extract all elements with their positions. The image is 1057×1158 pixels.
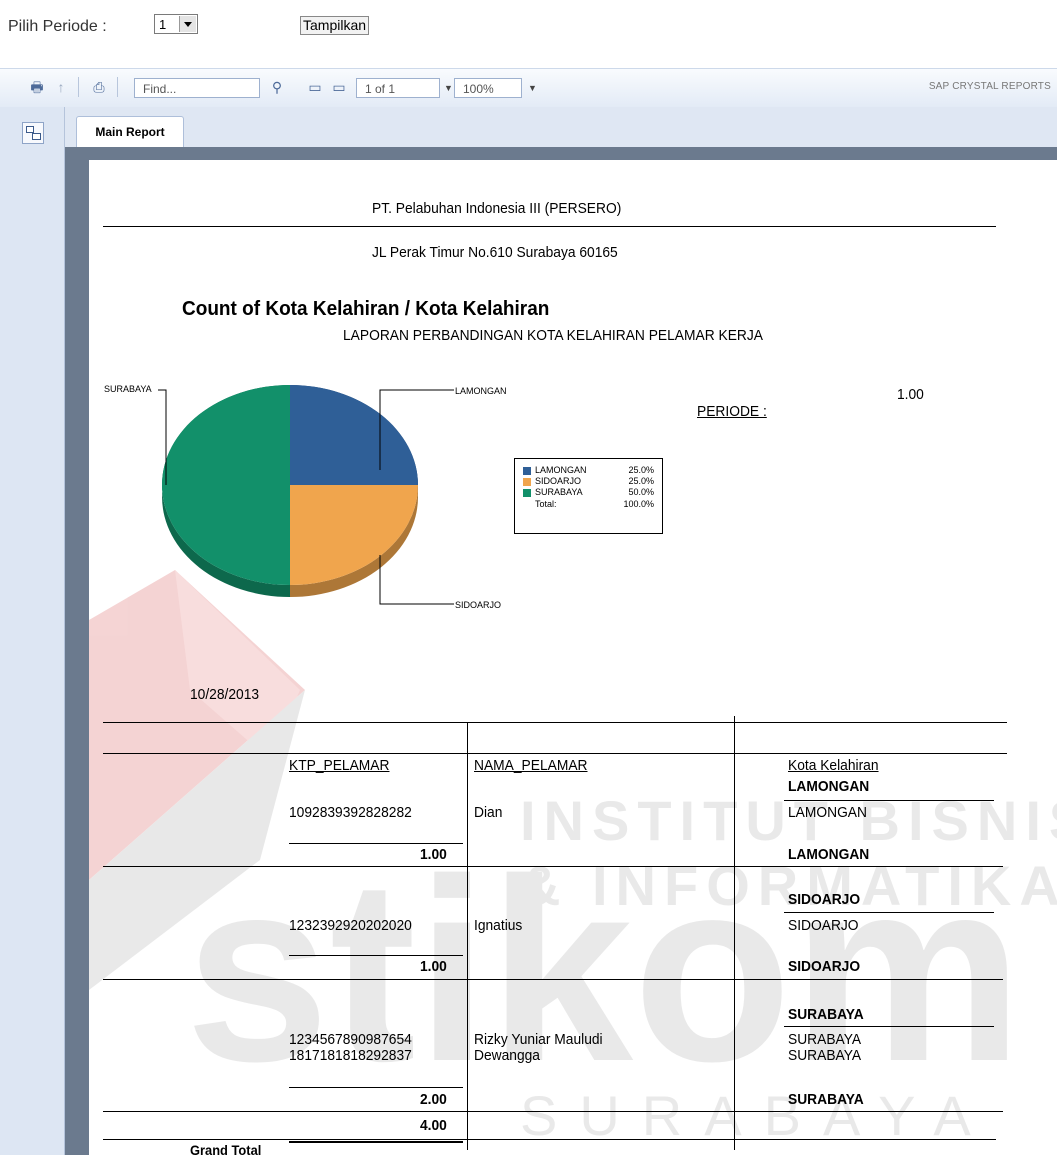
cell-ktp: 1817181818292837	[289, 1047, 412, 1064]
legend-total: Total: 100.0%	[535, 499, 654, 509]
group-count: 2.00	[420, 1091, 447, 1108]
grand-total-value: 4.00	[420, 1117, 447, 1134]
group-header: LAMONGAN	[788, 778, 870, 795]
cell-kota: LAMONGAN	[788, 804, 867, 821]
pie-label-surabaya: SURABAYA	[104, 384, 152, 394]
header-nama: NAMA_PELAMAR	[474, 757, 588, 774]
legend-item: SURABAYA 50.0%	[523, 487, 654, 498]
cell-ktp: 1092839392828282	[289, 804, 412, 821]
header-kota: Kota Kelahiran	[788, 757, 879, 774]
legend-swatch-0	[523, 466, 531, 475]
legend-swatch-1	[523, 477, 531, 486]
cell-nama: Dewangga	[474, 1047, 540, 1064]
group-count: 1.00	[420, 958, 447, 975]
grand-total-label: Grand Total	[190, 1142, 262, 1158]
pie-slice-lamongan	[290, 385, 418, 485]
group-footer: SURABAYA	[788, 1091, 864, 1108]
group-header: SIDOARJO	[788, 891, 861, 908]
chart-legend: LAMONGAN 25.0% SIDOARJO 25.0% SURABAYA 5…	[514, 458, 663, 534]
cell-kota: SIDOARJO	[788, 917, 859, 934]
cell-kota: SURABAYA	[788, 1031, 862, 1048]
pie-label-sidoarjo: SIDOARJO	[455, 600, 501, 610]
periode-report-label: PERIODE :	[697, 403, 767, 420]
header-ktp: KTP_PELAMAR	[289, 757, 390, 774]
group-count: 1.00	[420, 846, 447, 863]
group-footer: SIDOARJO	[788, 958, 861, 975]
cell-ktp: 1234567890987654	[289, 1031, 412, 1048]
cell-kota: SURABAYA	[788, 1047, 862, 1064]
pie-leader-line	[379, 555, 454, 605]
pie-slice-sidoarjo	[290, 485, 418, 585]
group-header: SURABAYA	[788, 1006, 864, 1023]
cell-ktp: 1232392920202020	[289, 917, 412, 934]
periode-report-value: 1.00	[897, 386, 924, 403]
legend-swatch-2	[523, 488, 531, 497]
group-footer: LAMONGAN	[788, 846, 870, 863]
cell-nama: Rizky Yuniar Mauludi	[474, 1031, 603, 1048]
cell-nama: Dian	[474, 804, 503, 821]
report-date: 10/28/2013	[190, 686, 260, 703]
cell-nama: Ignatius	[474, 917, 523, 934]
pie-chart: LAMONGAN SIDOARJO SURABAYA	[104, 384, 507, 610]
legend-item: SIDOARJO 25.0%	[523, 476, 654, 487]
legend-item: LAMONGAN 25.0%	[523, 465, 654, 476]
pie-slice-surabaya	[162, 385, 290, 585]
pie-label-lamongan: LAMONGAN	[455, 386, 507, 396]
